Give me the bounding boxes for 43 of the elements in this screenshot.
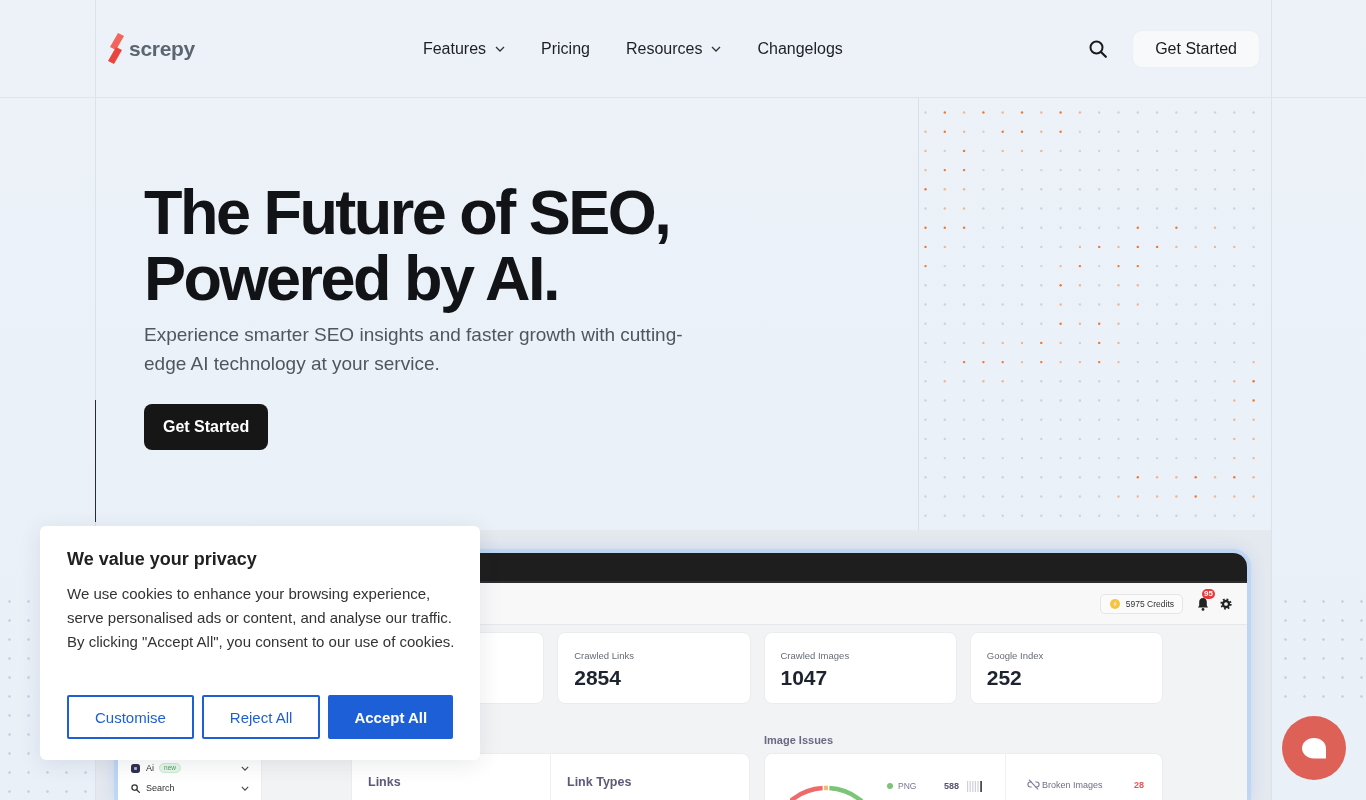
issue-label: Broken Images xyxy=(1042,779,1104,790)
issue-count: 28 xyxy=(1134,779,1144,790)
banner-text: We use cookies to enhance your browsing experience, serve personalised ads or content, and analyse our traffic. By clicking "Accept All", you consent to our use of cookies. xyxy=(67,584,455,652)
stat-value: 252 xyxy=(986,666,1022,690)
credits-button[interactable]: 5975 Credits xyxy=(1099,593,1183,614)
stat-value: 2854 xyxy=(574,666,621,690)
card-title: Links xyxy=(368,775,401,789)
logo-link[interactable]: screpy xyxy=(108,33,195,64)
cookie-button[interactable]: Reject All xyxy=(201,695,321,739)
search-icon xyxy=(131,783,140,793)
legend-label: PNG xyxy=(898,781,918,791)
broken-link-icon xyxy=(1027,779,1040,790)
chevron-down-icon[interactable] xyxy=(241,765,249,771)
chevron-down-icon[interactable] xyxy=(241,785,249,791)
notification-badge: 95 xyxy=(1202,588,1215,599)
logo-mark-icon xyxy=(108,33,124,64)
stat-value: 1047 xyxy=(780,666,828,690)
hero-title: The Future of SEO, Powered by AI. xyxy=(144,179,671,311)
nav-link[interactable]: Changelogs xyxy=(757,39,843,58)
sidebar-item[interactable]: Search xyxy=(131,783,175,793)
nav-link[interactable]: Resources xyxy=(625,39,722,58)
bell-icon[interactable] xyxy=(1197,596,1209,611)
bars-icon xyxy=(967,780,982,792)
stat-label: Crawled Images xyxy=(780,650,850,662)
stat-label: Crawled Links xyxy=(574,650,634,662)
card-title: Link Types xyxy=(567,775,632,789)
stat-label: Google Index xyxy=(986,650,1044,662)
nav-link[interactable]: Features xyxy=(422,39,506,58)
section-title: Image Issues xyxy=(764,733,835,747)
banner-title: We value your privacy xyxy=(67,548,257,570)
chip-icon xyxy=(131,763,140,773)
cookie-button[interactable]: Customise xyxy=(67,695,194,739)
legend-value: 588 xyxy=(944,781,961,791)
get-started-button[interactable]: Get Started xyxy=(1132,29,1260,68)
settings-icon[interactable] xyxy=(1220,597,1232,610)
nav-link[interactable]: Pricing xyxy=(541,39,590,58)
cookie-button[interactable]: Accept All xyxy=(328,695,454,739)
sidebar-item[interactable]: Ai xyxy=(131,763,154,773)
lightning-coin-icon xyxy=(1109,598,1120,609)
get-started-button[interactable]: Get Started xyxy=(144,404,269,450)
chat-bubble-icon xyxy=(1302,737,1326,759)
hero-subtitle: Experience smarter SEO insights and faster growth with cutting-edge AI technology at your service. xyxy=(144,323,684,376)
search-icon[interactable] xyxy=(1089,39,1108,58)
